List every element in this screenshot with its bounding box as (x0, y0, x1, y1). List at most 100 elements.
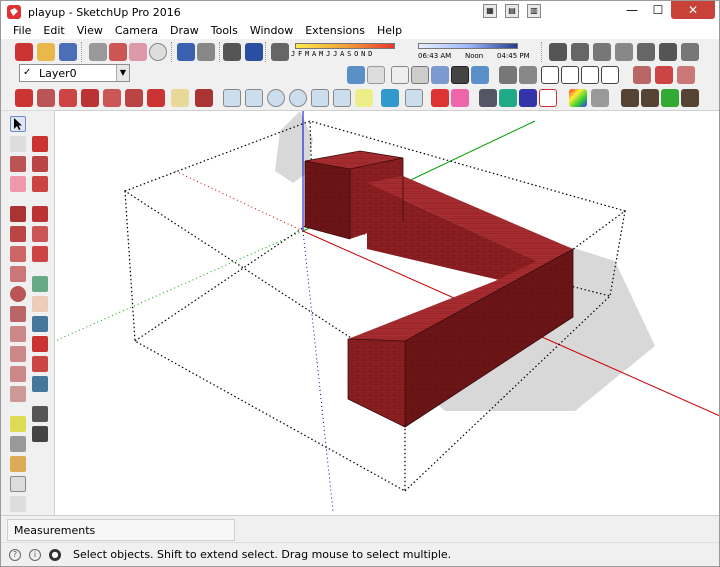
dimension-icon[interactable] (10, 436, 26, 452)
dimension-tool-icon[interactable] (431, 89, 449, 107)
monochrome-icon[interactable] (471, 66, 489, 84)
shaded-textures-icon[interactable] (451, 66, 469, 84)
level-tool-icon[interactable] (519, 89, 537, 107)
right-view-icon[interactable] (561, 66, 579, 84)
components-icon[interactable] (549, 43, 567, 61)
circle-tool-icon[interactable] (10, 286, 26, 302)
save-file-icon[interactable] (59, 43, 77, 61)
time-slider[interactable] (418, 43, 518, 49)
ext-tool-7-icon[interactable] (147, 89, 165, 107)
ext-tool-6-icon[interactable] (125, 89, 143, 107)
rectangle-tool-icon[interactable] (10, 246, 26, 262)
front-view-icon[interactable] (541, 66, 559, 84)
model-info-icon[interactable] (245, 43, 263, 61)
shape-tool-2-icon[interactable] (245, 89, 263, 107)
user-account-icon[interactable]: ● (49, 548, 61, 561)
extension-icon-3[interactable]: ▥ (527, 4, 541, 18)
axes-tool-icon[interactable] (10, 496, 26, 512)
solid-tools-icon[interactable] (479, 89, 497, 107)
shape-tool-8-icon[interactable] (381, 89, 399, 107)
three-point-arc-icon[interactable] (10, 366, 26, 382)
back-edges-icon[interactable] (367, 66, 385, 84)
geo-location-icon[interactable]: ? (9, 548, 21, 561)
credits-icon[interactable]: i (29, 548, 41, 561)
menu-help[interactable]: Help (371, 23, 408, 39)
eraser-tool-icon[interactable] (451, 89, 469, 107)
shape-tool-5-icon[interactable] (311, 89, 329, 107)
render-light-icon[interactable] (641, 89, 659, 107)
offset-tool-icon[interactable] (32, 246, 48, 262)
zoom-window-icon[interactable] (32, 336, 48, 352)
zoom-extents-icon[interactable] (32, 356, 48, 372)
menu-edit[interactable]: Edit (37, 23, 70, 39)
shape-tool-6-icon[interactable] (333, 89, 351, 107)
measurements-field[interactable]: Measurements (7, 519, 235, 541)
render-settings-icon[interactable] (621, 89, 639, 107)
scene-canvas[interactable] (55, 111, 719, 515)
left-view-icon[interactable] (601, 66, 619, 84)
shape-tool-1-icon[interactable] (223, 89, 241, 107)
rotated-rectangle-icon[interactable] (10, 266, 26, 282)
shadow-toggle-icon[interactable] (271, 43, 289, 61)
print-icon[interactable] (223, 43, 241, 61)
menu-view[interactable]: View (71, 23, 109, 39)
protractor-icon[interactable] (10, 456, 26, 472)
ext-tool-1-icon[interactable] (15, 89, 33, 107)
walk-tool-icon[interactable] (32, 426, 48, 442)
minimize-button[interactable]: — (619, 1, 645, 19)
rotate-tool-icon[interactable] (32, 176, 48, 192)
extension-warehouse-icon[interactable] (637, 43, 655, 61)
close-button[interactable]: ✕ (671, 1, 715, 19)
orbit-tool-icon[interactable] (32, 276, 48, 292)
make-component-icon[interactable] (10, 136, 26, 152)
ext-tool-4-icon[interactable] (81, 89, 99, 107)
follow-me-icon[interactable] (32, 206, 48, 222)
extension-icon-2[interactable]: ▤ (505, 4, 519, 18)
pencil-icon[interactable] (195, 89, 213, 107)
new-file-icon[interactable] (15, 43, 33, 61)
pan-tool-icon[interactable] (32, 296, 48, 312)
menu-draw[interactable]: Draw (164, 23, 205, 39)
section-cuts-icon[interactable] (677, 66, 695, 84)
freehand-tool-icon[interactable] (10, 226, 26, 242)
hidden-line-icon[interactable] (411, 66, 429, 84)
polygon-tool-icon[interactable] (10, 306, 26, 322)
xray-style-icon[interactable] (347, 66, 365, 84)
erase-icon[interactable] (149, 43, 167, 61)
model-viewport[interactable] (54, 110, 719, 515)
maximize-button[interactable]: ☐ (645, 1, 671, 19)
share-model-icon[interactable] (615, 43, 633, 61)
color-tool-icon[interactable] (569, 89, 587, 107)
ext-tool-2-icon[interactable] (37, 89, 55, 107)
upload-icon[interactable] (659, 43, 677, 61)
box-tool-icon[interactable] (539, 89, 557, 107)
month-slider[interactable] (295, 43, 395, 49)
paste-icon[interactable] (129, 43, 147, 61)
menu-extensions[interactable]: Extensions (299, 23, 371, 39)
paint-bucket-icon[interactable] (10, 156, 26, 172)
extension-icon-1[interactable]: ▦ (483, 4, 497, 18)
shape-tool-7-icon[interactable] (355, 89, 373, 107)
shape-tool-4-icon[interactable] (289, 89, 307, 107)
chevron-down-icon[interactable]: ▼ (116, 65, 129, 81)
location-icon[interactable] (499, 89, 517, 107)
ext-tool-8-icon[interactable] (171, 89, 189, 107)
display-section-icon[interactable] (655, 66, 673, 84)
paint-tool-icon[interactable] (591, 89, 609, 107)
back-view-icon[interactable] (581, 66, 599, 84)
eraser-icon[interactable] (10, 176, 26, 192)
shape-tool-3-icon[interactable] (267, 89, 285, 107)
pie-tool-icon[interactable] (10, 386, 26, 402)
ext-tool-5-icon[interactable] (103, 89, 121, 107)
undo-icon[interactable] (177, 43, 195, 61)
open-file-icon[interactable] (37, 43, 55, 61)
cut-icon[interactable] (89, 43, 107, 61)
scale-tool-icon[interactable] (32, 226, 48, 242)
top-view-icon[interactable] (519, 66, 537, 84)
layer-select[interactable]: ✓ Layer0 ▼ (19, 64, 130, 82)
shaded-icon[interactable] (431, 66, 449, 84)
copy-icon[interactable] (109, 43, 127, 61)
line-tool-icon[interactable] (10, 206, 26, 222)
arc-tool-icon[interactable] (10, 326, 26, 342)
text-tool-icon[interactable] (10, 476, 26, 492)
